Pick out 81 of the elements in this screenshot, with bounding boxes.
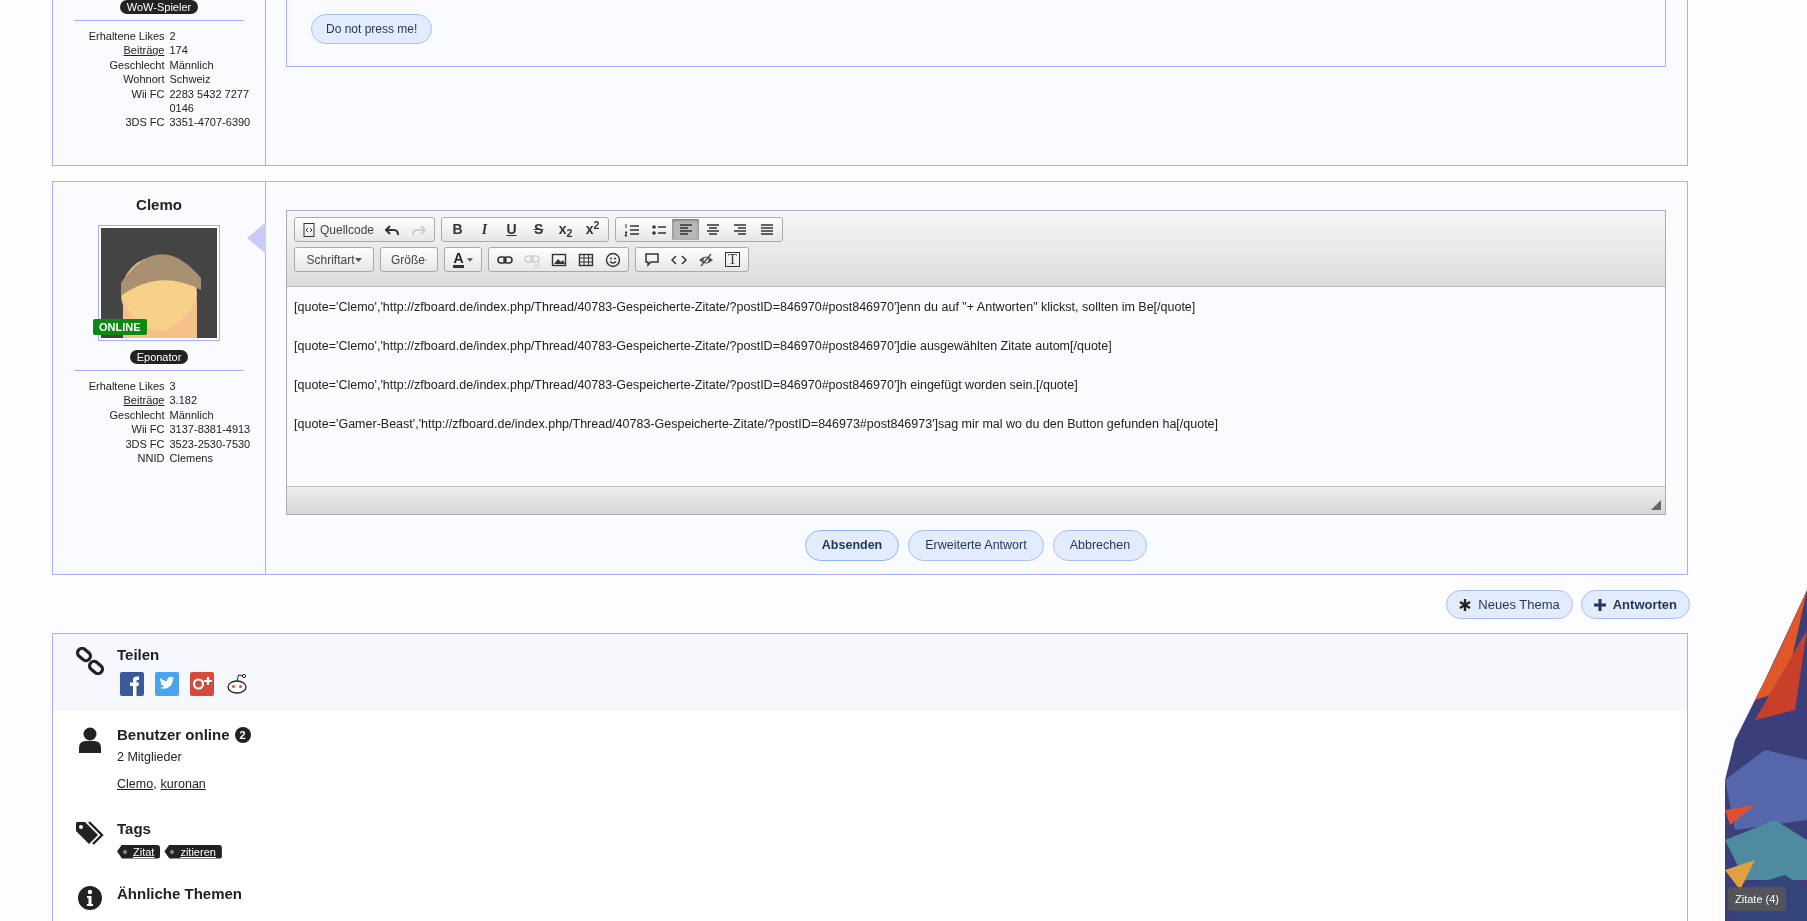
stat-value: 2	[169, 29, 177, 44]
thread-button[interactable]: Neues Thema	[1446, 590, 1573, 619]
stat-label: Wohnort	[122, 72, 165, 87]
stat-label: 3DS FC	[124, 115, 165, 130]
resize-handle-icon	[1651, 500, 1661, 510]
text-color-button[interactable]: A	[447, 249, 479, 270]
stat-label: Geschlecht	[108, 57, 165, 73]
author-name[interactable]: Clemo	[136, 196, 182, 214]
dropdown-button[interactable]: Größe	[383, 249, 435, 270]
count-badge: 2	[234, 727, 251, 743]
italic-button[interactable]: I	[471, 219, 499, 240]
strike-button[interactable]: S	[525, 219, 553, 240]
stat-value: 3351-4707-6390	[169, 115, 252, 130]
align-center-icon	[704, 221, 721, 238]
facebook-icon[interactable]	[120, 672, 144, 696]
stat-value: Clemens	[169, 451, 214, 466]
stat-label: NNID	[136, 451, 165, 466]
google-plus-icon[interactable]	[190, 672, 214, 696]
bold-button[interactable]: B	[444, 219, 472, 240]
section-title: Ähnliche Themen	[117, 884, 243, 903]
message-button[interactable]: Do not press me!	[311, 14, 433, 44]
info-icon	[78, 885, 102, 910]
stat-value: Männlich	[169, 57, 215, 73]
source-button[interactable]: Quellcode	[297, 219, 379, 240]
stat-value: 3137-8381-4913	[169, 422, 252, 437]
stat-label: Erhaltene Likes	[87, 29, 165, 44]
stat-value: 174	[169, 43, 189, 58]
stat-label: Geschlecht	[108, 407, 165, 423]
member-count: 2 Mitglieder	[117, 749, 183, 766]
table-icon	[577, 251, 594, 268]
stat-label: Wii FC	[130, 86, 165, 102]
rank-badge: Eponator	[129, 350, 189, 364]
align-left-icon	[677, 221, 694, 238]
stat-value: 3.182	[169, 393, 199, 408]
stat-label: Wii FC	[130, 422, 165, 437]
twitter-icon[interactable]	[155, 672, 179, 696]
link-icon	[76, 647, 104, 675]
stat-value: 3	[169, 379, 177, 394]
user-icon	[78, 727, 102, 753]
tag-link[interactable]: zitieren	[164, 844, 222, 859]
underline-button[interactable]: U	[498, 219, 526, 240]
form-button[interactable]: Absenden	[804, 530, 900, 561]
stat-value: Männlich	[169, 407, 215, 423]
subscript-button[interactable]: x$_{2}$	[552, 219, 580, 240]
section-title: Benutzer online	[117, 726, 230, 744]
form-button[interactable]: Erweiterte Antwort	[908, 530, 1044, 561]
image-icon	[550, 251, 567, 268]
form-button[interactable]: Abbrechen	[1052, 530, 1148, 561]
spoiler-icon	[697, 251, 714, 268]
separator: ,	[153, 775, 157, 793]
user-link[interactable]: kuronan	[160, 774, 206, 794]
source-icon	[301, 221, 317, 238]
smiley-icon	[604, 251, 621, 268]
plus-icon	[1593, 598, 1606, 611]
stat-label: Erhaltene Likes	[87, 379, 165, 394]
stat-link[interactable]: Beiträge	[72, 393, 165, 408]
ordered-list-icon	[623, 221, 640, 238]
stat-value: 3523-2530-7530	[169, 436, 252, 452]
stat-value: Schweiz	[169, 72, 212, 87]
section-title: Teilen	[117, 646, 160, 664]
rank-badge: WoW-Spieler	[119, 0, 199, 14]
teletype-button[interactable]: T	[719, 249, 746, 270]
tag-link[interactable]: Zitat	[117, 844, 161, 859]
align-right-icon	[731, 221, 748, 238]
pointer-arrow	[247, 222, 266, 254]
justify-icon	[758, 221, 775, 238]
quote-icon	[643, 251, 660, 268]
thread-button[interactable]: Antworten	[1580, 590, 1690, 619]
section-title: Tags	[117, 819, 151, 838]
online-badge: ONLINE	[93, 319, 147, 335]
tags-icon	[75, 820, 105, 847]
asterisk-icon	[1459, 598, 1472, 611]
stat-link[interactable]: Beiträge	[72, 43, 165, 58]
text-editor-field[interactable]: [quote='Clemo','http://zfboard.de/index.php/Thread/40783-Gespeicherte-Zitate/?postID=846970#post846970']enn du auf "+ Antworten" klickst, sollten im Be[/quote] [quote='Clemo','http://zfboard.de/index.php/Thread/40783-Gespeicherte-Zitate/?postID=846970#post846970']die ausgewählten Zitate autom[/quote] [quote='Clemo','http://zfboard.de/index.php/Thread/40783-Gespeicherte-Zitate/?postID=846970#post846970']h eingefügt worden sein.[/quote] [quote='Gamer-Beast','http://zfboard.de/index.php/Thread/40783-Gespeicherte-Zitate/?postID=846973#post846973']sag mir mal wo du den Button gefunden ha[/quote]	[287, 287, 1665, 486]
align-left-button[interactable]	[672, 219, 700, 240]
quotes-badge[interactable]: Zitate (4)	[1728, 887, 1786, 911]
stat-value: 2283 5432 7277 0146	[169, 86, 251, 116]
superscript-button[interactable]: x$^{2}$	[579, 219, 607, 240]
stat-label: 3DS FC	[124, 436, 165, 452]
reddit-icon[interactable]	[225, 672, 249, 696]
dropdown-button[interactable]: Schriftart	[297, 249, 371, 270]
